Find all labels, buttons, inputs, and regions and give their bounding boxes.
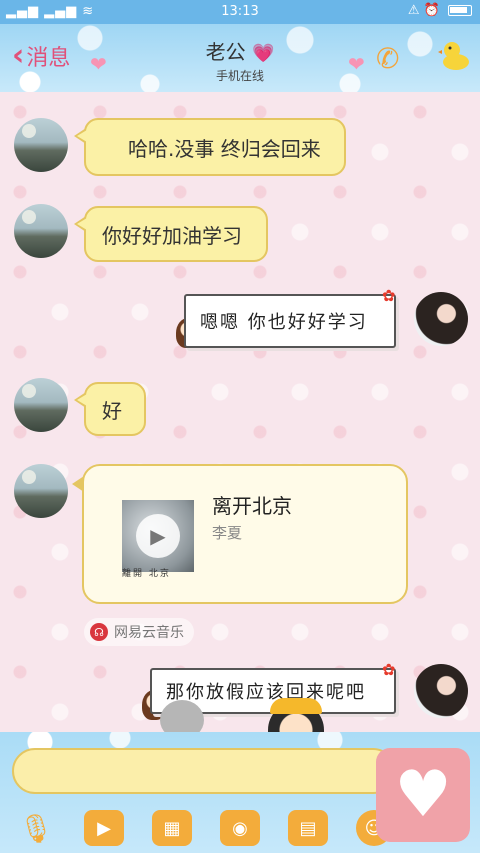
message-text: 嗯嗯 你也好好学习 xyxy=(200,312,368,333)
chat-wallpaper xyxy=(0,92,480,732)
music-source-label: 网易云音乐 xyxy=(114,625,184,641)
contact-avatar[interactable] xyxy=(14,378,68,432)
phone-icon[interactable]: ✆ xyxy=(376,42,399,75)
album-cover: ▶ xyxy=(122,500,194,572)
status-bar: ▂▄▆ ▂▄▆ ≋ 13:13 ⚠ ⏰ xyxy=(0,0,480,24)
message-bubble[interactable]: 好 xyxy=(74,382,146,436)
message-input[interactable] xyxy=(12,748,396,794)
microphone-icon[interactable]: 🎙 xyxy=(16,810,56,846)
flower-icon: ✿ xyxy=(382,660,396,679)
contact-avatar[interactable] xyxy=(14,204,68,258)
chat-header: ‹ 消息 ❤ 老公 💗 手机在线 ❤ ✆ xyxy=(0,24,480,92)
status-right-icons: ⚠ ⏰ xyxy=(408,3,472,18)
message-text: 你好好加油学习 xyxy=(102,223,242,248)
contact-info[interactable]: 老公 💗 手机在线 xyxy=(0,36,480,84)
message-text: 好 xyxy=(102,398,122,423)
flower-icon: ✿ xyxy=(382,286,396,305)
album-cover-text: 離開 北京 xyxy=(122,569,171,579)
floating-favorite-button[interactable]: ♥ xyxy=(376,748,470,842)
camera-icon[interactable]: ◉ xyxy=(220,810,260,846)
contact-avatar[interactable] xyxy=(14,464,68,518)
message-bubble[interactable]: 你好好加油学习 xyxy=(74,206,268,262)
contact-name: 老公 xyxy=(205,40,246,64)
play-icon[interactable]: ▶ xyxy=(136,514,180,558)
heart-icon: ♥ xyxy=(394,758,452,832)
message-bubble[interactable]: 哈哈.没事 终归会回来 xyxy=(74,118,346,176)
message-text: 哈哈.没事 终归会回来 xyxy=(128,136,321,161)
heart-icon: 💗 xyxy=(251,43,275,64)
contact-avatar[interactable] xyxy=(14,118,68,172)
duck-icon[interactable] xyxy=(438,38,472,72)
music-source-pill[interactable]: ☊ 网易云音乐 xyxy=(84,618,194,646)
folder-icon[interactable]: ▤ xyxy=(288,810,328,846)
cartoon-hat-icon xyxy=(270,698,322,714)
contact-status: 手机在线 xyxy=(215,69,264,83)
song-artist: 李夏 xyxy=(212,524,243,542)
self-avatar[interactable] xyxy=(414,292,468,346)
video-icon[interactable]: ▶ xyxy=(84,810,124,846)
song-title: 离开北京 xyxy=(212,494,292,518)
heart-decoration-icon: ❤ xyxy=(348,52,365,76)
message-bubble-self[interactable]: 嗯嗯 你也好好学习 xyxy=(184,294,396,348)
picture-icon[interactable]: ▦ xyxy=(152,810,192,846)
battery-icon xyxy=(448,5,472,16)
music-share-card[interactable]: ▶ 離開 北京 离开北京 李夏 xyxy=(72,464,408,604)
netease-music-icon: ☊ xyxy=(90,623,108,641)
